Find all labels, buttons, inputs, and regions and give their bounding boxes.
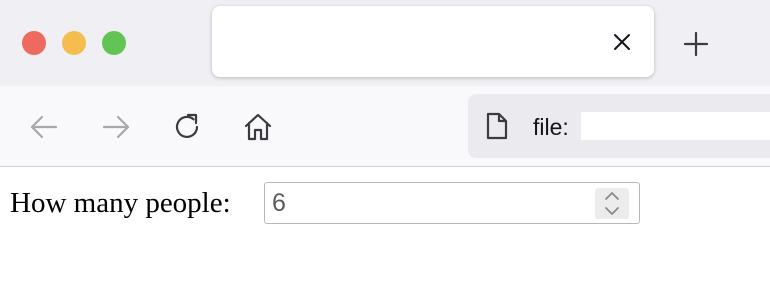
nav-toolbar: file: [0, 86, 770, 167]
people-count-label: How many people: [10, 187, 231, 219]
chevron-up-icon[interactable] [595, 188, 629, 203]
page-content: How many people: 6 [0, 167, 770, 308]
close-icon[interactable] [612, 32, 632, 52]
number-spinner[interactable] [595, 188, 629, 219]
people-count-input[interactable]: 6 [264, 182, 640, 224]
plus-icon[interactable] [683, 31, 709, 57]
window-minimize-button[interactable] [62, 31, 86, 55]
reload-icon[interactable] [171, 111, 203, 143]
url-redaction [581, 112, 770, 140]
url-text: file: [533, 114, 569, 140]
chevron-down-icon[interactable] [595, 204, 629, 219]
home-icon[interactable] [242, 111, 274, 143]
arrow-left-icon[interactable] [28, 111, 60, 143]
tab-strip [0, 0, 770, 86]
page-icon [484, 112, 510, 140]
arrow-right-icon[interactable] [100, 111, 132, 143]
window-zoom-button[interactable] [102, 31, 126, 55]
people-count-value: 6 [272, 189, 286, 217]
active-tab[interactable] [212, 6, 654, 77]
browser-window: file: How many people: 6 [0, 0, 770, 308]
window-close-button[interactable] [22, 31, 46, 55]
url-bar[interactable]: file: [468, 94, 770, 158]
